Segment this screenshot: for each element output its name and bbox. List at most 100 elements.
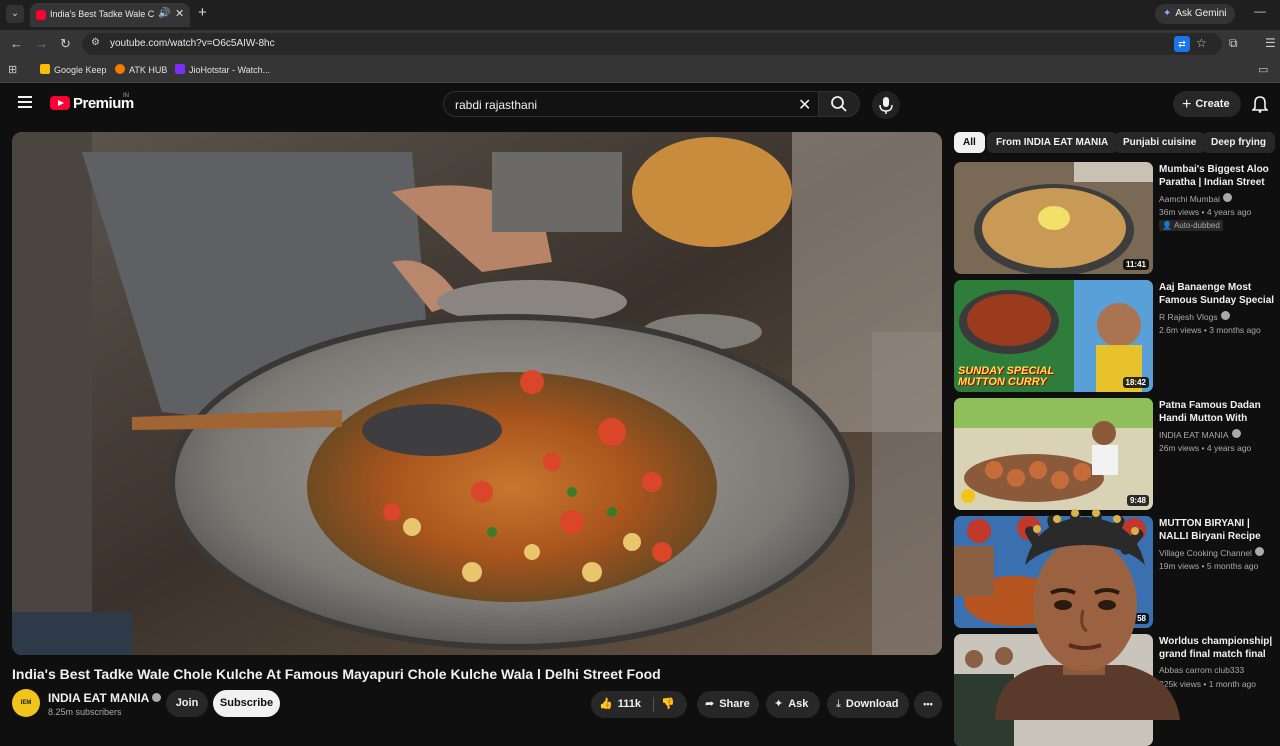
clear-search-icon[interactable]: ✕ — [798, 95, 811, 115]
share-label: Share — [719, 698, 750, 710]
bookmark-atk-hub[interactable]: ATK HUB — [115, 64, 167, 75]
voice-search-button[interactable] — [872, 91, 900, 119]
region-code: IN — [123, 93, 129, 99]
download-button[interactable]: ⤓ Download — [827, 691, 909, 718]
thumbs-up-icon: 👍 — [599, 698, 613, 710]
verified-check-icon — [152, 693, 162, 702]
channel-label[interactable]: Aamchi Mumbai — [1159, 194, 1220, 204]
chip-from-channel[interactable]: From INDIA EAT MANIA — [987, 132, 1118, 153]
recommendation-channel[interactable]: R Rajesh Vlogs — [1159, 311, 1230, 322]
notifications-bell-icon[interactable] — [1252, 95, 1268, 113]
recommendation-channel[interactable]: Aamchi Mumbai — [1159, 193, 1232, 204]
recommendation-channel[interactable]: INDIA EAT MANIA — [1159, 429, 1241, 440]
recommendation-title[interactable]: Patna Famous Dadan Handi Mutton With Unl… — [1159, 399, 1280, 425]
ask-gemini-label: Ask Gemini — [1175, 8, 1227, 19]
more-actions-button[interactable]: ••• — [914, 691, 942, 718]
microphone-icon — [879, 97, 893, 114]
channel-label[interactable]: INDIA EAT MANIA — [1159, 430, 1229, 440]
menu-hamburger-icon[interactable] — [18, 96, 32, 108]
reading-list-icon[interactable]: ☰ — [1265, 36, 1276, 50]
join-button[interactable]: Join — [166, 690, 208, 717]
video-frame-cooking-tawa[interactable] — [12, 132, 942, 655]
video-thumbnail[interactable]: 11:41 — [954, 162, 1153, 274]
speaker-icon[interactable]: 🔊 — [158, 8, 170, 19]
verified-check-icon — [1254, 547, 1264, 556]
back-arrow-icon[interactable]: ← — [10, 36, 23, 51]
badge-label: Auto-dubbed — [1173, 221, 1220, 230]
recommendation-item[interactable]: SUNDAY SPECIAL MUTTON CURRY 18:42 Aaj Ba… — [954, 280, 1280, 392]
recommendation-item[interactable]: 11:41 Mumbai's Biggest Aloo Paratha | In… — [954, 162, 1280, 274]
ask-button[interactable]: ✦ Ask — [766, 691, 820, 718]
address-bar-row: ← → ↻ ⚙ youtube.com/watch?v=O6c5AIW-8hc … — [0, 30, 1280, 58]
youtube-logo-icon[interactable] — [50, 96, 70, 110]
minimize-icon[interactable]: — — [1254, 4, 1266, 18]
video-duration: 11:41 — [1122, 259, 1149, 270]
channel-avatar[interactable]: IEM — [12, 689, 40, 717]
channel-name[interactable]: INDIA EAT MANIA — [48, 691, 162, 705]
atk-hub-icon — [115, 64, 125, 74]
browser-tab[interactable]: India's Best Tadke Wale Chole Kulche 🔊 ✕ — [30, 3, 190, 27]
tab-title: India's Best Tadke Wale Chole Kulche — [50, 9, 154, 19]
dislike-button[interactable]: 👎 — [661, 691, 675, 718]
thumbnail-caption: SUNDAY SPECIAL MUTTON CURRY — [958, 365, 1054, 388]
search-input[interactable]: rabdi rajasthani ✕ — [443, 91, 819, 117]
reload-icon[interactable]: ↻ — [60, 36, 71, 52]
omnibox[interactable]: ⚙ youtube.com/watch?v=O6c5AIW-8hc ⇄ ☆ — [82, 33, 1222, 55]
subscriber-count: 8.25m subscribers — [48, 707, 122, 717]
recommendation-title[interactable]: Mumbai's Biggest Aloo Paratha | Indian S… — [1159, 163, 1280, 189]
video-thumbnail[interactable]: SUNDAY SPECIAL MUTTON CURRY 18:42 — [954, 280, 1153, 392]
person-voice-icon: 👤 — [1162, 221, 1172, 230]
bookmark-label: ATK HUB — [129, 65, 168, 75]
verified-check-icon — [1220, 311, 1230, 320]
channel-label[interactable]: R Rajesh Vlogs — [1159, 312, 1218, 322]
auto-dubbed-badge: 👤 Auto-dubbed — [1159, 220, 1223, 231]
chip-punjabi-cuisine[interactable]: Punjabi cuisine — [1114, 132, 1206, 153]
download-label: Download — [845, 698, 899, 710]
chip-all[interactable]: All — [954, 132, 985, 153]
bookmark-jiohotstar[interactable]: JioHotstar - Watch... — [175, 64, 270, 75]
gemini-icon: ✦ — [1163, 8, 1172, 19]
like-divider — [653, 697, 654, 712]
youtube-header: Premium IN rabdi rajasthani ✕ + Create — [0, 83, 1280, 128]
bookmark-label: JioHotstar - Watch... — [189, 65, 271, 75]
channel-name-text[interactable]: INDIA EAT MANIA — [48, 691, 149, 705]
search-button[interactable] — [818, 91, 860, 117]
aloo-paratha-thumbnail — [954, 162, 1153, 274]
like-button[interactable]: 👍 111k — [599, 698, 641, 710]
url-text[interactable]: youtube.com/watch?v=O6c5AIW-8hc — [110, 38, 275, 49]
apps-grid-icon[interactable]: ⊞ — [8, 63, 17, 76]
recommendation-meta: 36m views • 4 years ago — [1159, 207, 1252, 217]
recommendation-meta: 2.6m views • 3 months ago — [1159, 325, 1261, 335]
forward-arrow-icon[interactable]: → — [35, 36, 48, 51]
video-thumbnail[interactable]: 9:48 — [954, 398, 1153, 510]
bookmark-google-keep[interactable]: Google Keep — [40, 64, 107, 75]
plus-icon: + — [1182, 96, 1192, 113]
download-icon: ⤓ — [836, 698, 841, 710]
recommendation-title[interactable]: Aaj Banaenge Most Famous Sunday Special … — [1159, 281, 1280, 307]
bookmark-star-icon[interactable]: ☆ — [1196, 36, 1207, 50]
jiohotstar-icon — [175, 64, 185, 74]
video-title: India's Best Tadke Wale Chole Kulche At … — [12, 666, 661, 682]
folder-icon[interactable]: ▭ — [1258, 63, 1268, 76]
subscribe-button[interactable]: Subscribe — [213, 690, 280, 717]
like-count: 111k — [617, 698, 641, 710]
bookmarks-bar: ⊞ Google Keep ATK HUB JioHotstar - Watch… — [0, 58, 1280, 83]
share-button[interactable]: ➦ Share — [697, 691, 759, 718]
tab-search-chevron-icon[interactable]: ⌄ — [6, 5, 24, 23]
new-tab-button[interactable]: + — [198, 5, 207, 21]
video-player[interactable] — [12, 132, 942, 655]
site-info-icon[interactable]: ⚙ — [91, 37, 100, 48]
browser-tab-bar: ⌄ India's Best Tadke Wale Chole Kulche 🔊… — [0, 0, 1280, 30]
recommendation-item[interactable]: 9:48 Patna Famous Dadan Handi Mutton Wit… — [954, 398, 1280, 510]
translate-extension-icon[interactable]: ⇄ — [1174, 36, 1190, 52]
ask-gemini-button[interactable]: ✦ Ask Gemini — [1155, 4, 1235, 24]
search-query[interactable]: rabdi rajasthani — [455, 98, 537, 112]
dadan-handi-thumbnail — [954, 398, 1153, 510]
recommendation-meta: 26m views • 4 years ago — [1159, 443, 1252, 453]
chip-deep-frying[interactable]: Deep frying — [1202, 132, 1276, 153]
create-label: Create — [1195, 98, 1230, 110]
tab-close-icon[interactable]: ✕ — [175, 7, 184, 20]
extensions-puzzle-icon[interactable]: ⧉ — [1229, 36, 1238, 51]
create-button[interactable]: + Create — [1173, 91, 1241, 117]
google-keep-icon — [40, 64, 50, 74]
